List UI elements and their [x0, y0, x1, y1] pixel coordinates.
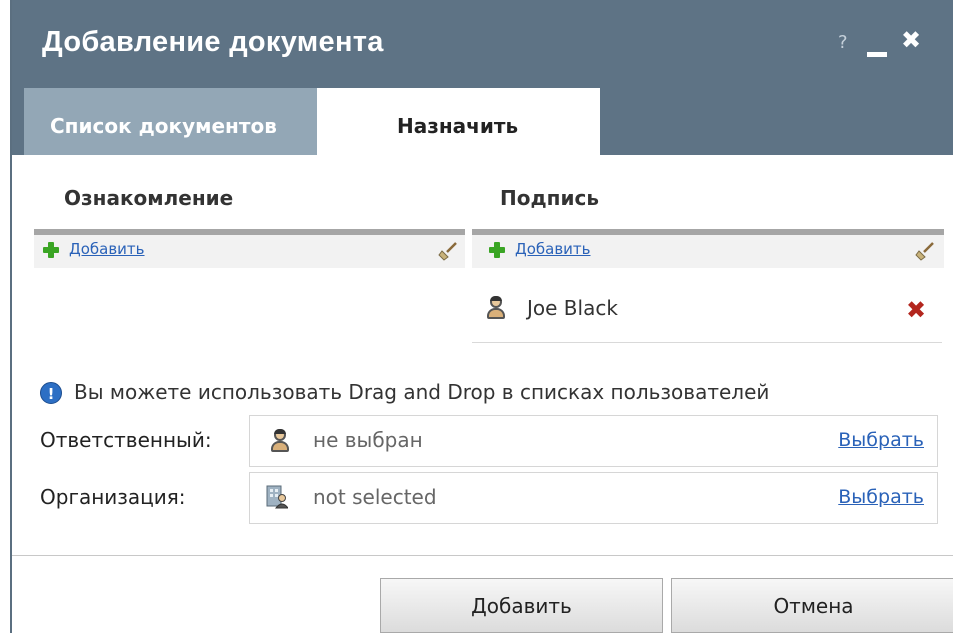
organization-value: not selected [313, 485, 437, 509]
signature-list-item[interactable]: Joe Black ✖ [472, 286, 942, 343]
cancel-button[interactable]: Отмена [671, 578, 953, 633]
background-strip [0, 0, 10, 633]
tab-assign-label: Назначить [397, 114, 519, 138]
dialog-title: Добавление документа [42, 26, 384, 58]
person-icon [270, 429, 290, 453]
review-section-title: Ознакомление [64, 186, 234, 210]
signature-list-toolbar: Добавить [472, 235, 944, 268]
close-icon[interactable]: ✖ [901, 26, 921, 54]
add-document-dialog: Добавление документа ? ✖ Список документ… [10, 0, 953, 633]
signature-section-title: Подпись [500, 186, 599, 210]
help-icon[interactable]: ? [838, 32, 848, 53]
responsible-label: Ответственный: [40, 428, 212, 452]
dialog-titlebar[interactable]: Добавление документа ? ✖ Список документ… [12, 0, 953, 155]
person-icon [486, 296, 506, 320]
plus-icon[interactable] [489, 242, 505, 258]
review-list-toolbar: Добавить [34, 235, 465, 268]
organization-icon [266, 485, 288, 509]
tab-assign[interactable]: Назначить [317, 88, 600, 155]
broom-icon[interactable] [438, 241, 458, 261]
responsible-field: не выбран Выбрать [249, 415, 938, 467]
delete-icon[interactable]: ✖ [906, 296, 926, 324]
organization-field: not selected Выбрать [249, 472, 938, 524]
plus-icon[interactable] [43, 242, 59, 258]
signer-name: Joe Black [527, 296, 618, 320]
broom-icon[interactable] [915, 241, 935, 261]
minimize-icon[interactable] [867, 34, 887, 57]
responsible-select-link[interactable]: Выбрать [838, 429, 924, 451]
organization-label: Организация: [40, 485, 186, 509]
add-button[interactable]: Добавить [380, 578, 663, 633]
info-icon: ! [40, 382, 62, 404]
tab-document-list-label: Список документов [50, 114, 277, 138]
signature-add-link[interactable]: Добавить [515, 240, 591, 258]
footer-divider [12, 555, 953, 556]
organization-select-link[interactable]: Выбрать [838, 486, 924, 508]
tab-document-list[interactable]: Список документов [24, 88, 317, 155]
review-add-link[interactable]: Добавить [69, 240, 145, 258]
drag-drop-hint-text: Вы можете использовать Drag and Drop в с… [74, 380, 770, 404]
responsible-value: не выбран [313, 428, 423, 452]
